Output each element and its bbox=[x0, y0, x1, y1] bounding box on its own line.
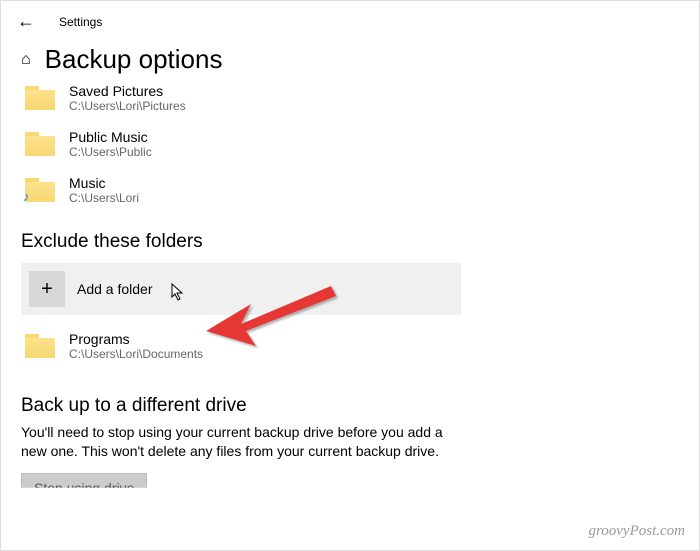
app-title: Settings bbox=[59, 15, 102, 29]
folder-path: C:\Users\Lori\Documents bbox=[69, 347, 203, 361]
folder-item[interactable]: Public Music C:\Users\Public bbox=[21, 121, 461, 167]
page-title: Backup options bbox=[45, 44, 223, 75]
back-button[interactable]: ← bbox=[17, 11, 35, 32]
folder-path: C:\Users\Public bbox=[69, 145, 152, 159]
folder-icon bbox=[25, 334, 55, 358]
home-icon[interactable]: ⌂ bbox=[21, 51, 31, 69]
folder-path: C:\Users\Lori bbox=[69, 191, 139, 205]
switch-drive-title: Back up to a different drive bbox=[21, 395, 461, 417]
folder-item[interactable]: Programs C:\Users\Lori\Documents bbox=[21, 323, 461, 369]
folder-item[interactable]: ♪ Music C:\Users\Lori bbox=[21, 167, 461, 213]
stop-using-drive-button[interactable]: Stop using drive bbox=[21, 473, 147, 503]
folder-icon bbox=[25, 86, 55, 110]
switch-drive-desc: You'll need to stop using your current b… bbox=[21, 423, 461, 461]
folder-name: Saved Pictures bbox=[69, 83, 186, 99]
add-folder-button[interactable]: + Add a folder bbox=[21, 263, 461, 315]
folder-name: Music bbox=[69, 175, 139, 191]
music-note-icon: ♪ bbox=[23, 189, 30, 204]
folder-name: Public Music bbox=[69, 129, 152, 145]
cursor-icon bbox=[171, 283, 187, 303]
exclude-section-title: Exclude these folders bbox=[21, 231, 461, 253]
folder-path: C:\Users\Lori\Pictures bbox=[69, 99, 186, 113]
plus-icon: + bbox=[29, 271, 65, 307]
folder-item[interactable]: Saved Pictures C:\Users\Lori\Pictures bbox=[21, 75, 461, 121]
folder-icon bbox=[25, 132, 55, 156]
watermark: groovyPost.com bbox=[588, 523, 685, 540]
folder-name: Programs bbox=[69, 331, 203, 347]
folder-icon: ♪ bbox=[25, 178, 55, 202]
add-folder-label: Add a folder bbox=[77, 281, 153, 297]
